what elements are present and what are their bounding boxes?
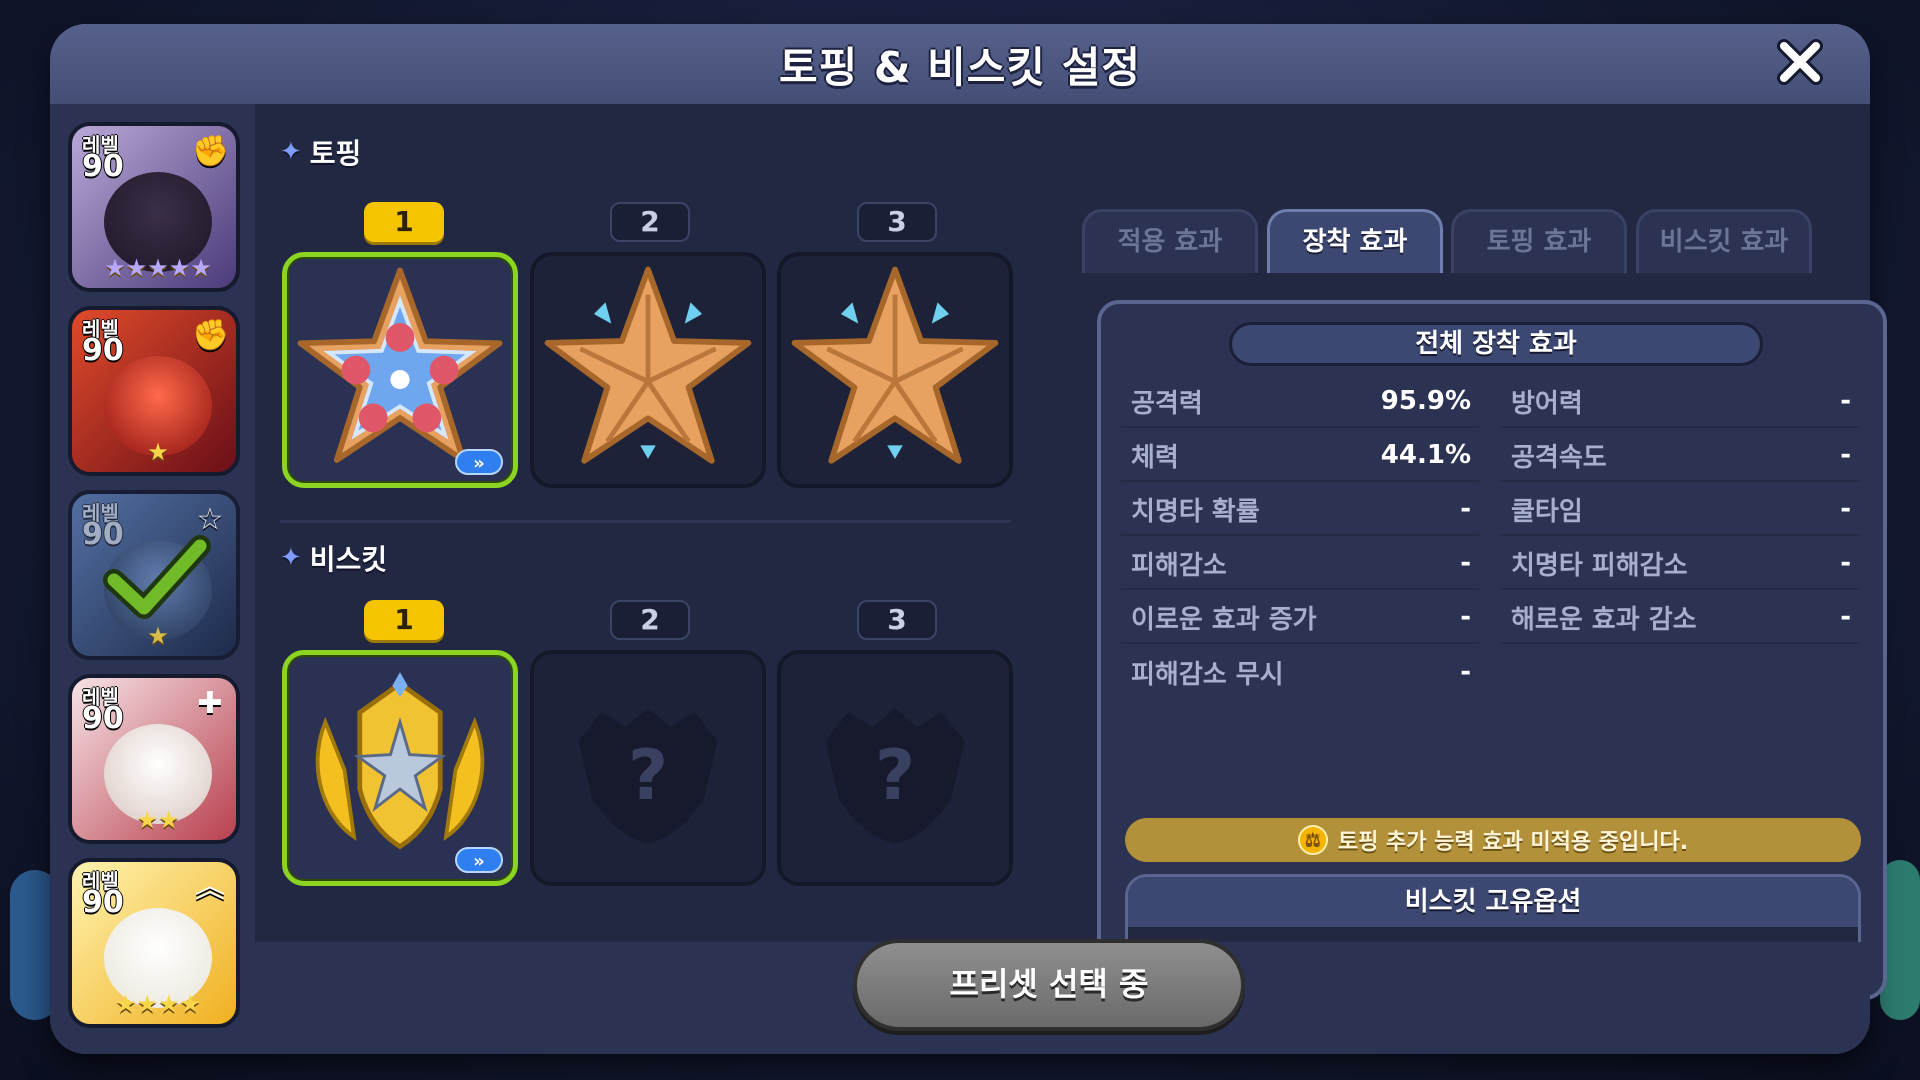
stat-row-hp: 체력 44.1% [1121, 430, 1479, 482]
tab-biscuit-effects[interactable]: 비스킷 효과 [1636, 209, 1812, 273]
stat-row-dmg-reduction-ignore: 피해감소 무시 - [1131, 657, 1471, 690]
topping-icon [791, 266, 999, 464]
cookie-level: 레벨 90 [82, 869, 124, 920]
stat-row-damage-reduction: 피해감소 - [1121, 538, 1479, 590]
notice-text: 토핑 추가 능력 효과 미적용 중입니다. [1337, 830, 1689, 855]
empty-biscuit-silhouette-icon: ? [825, 708, 965, 844]
biscuit-slot-2-empty[interactable]: ? [530, 650, 766, 886]
cookie-level: 레벨 90 [82, 685, 124, 736]
cookie-stars: ★ [147, 438, 169, 466]
biscuit-slot-1-number: 1 [364, 600, 444, 640]
cookie-card-2[interactable]: 레벨 90 ✊ ★ [68, 306, 240, 476]
topping-slot-2-number: 2 [610, 202, 690, 242]
stat-row-buff-increase: 이로운 효과 증가 - [1121, 592, 1479, 644]
topping-slot-2[interactable] [530, 252, 766, 488]
biscuits-section-label: ✦ 비스킷 [280, 543, 388, 576]
stat-row-crit-chance: 치명타 확률 - [1121, 484, 1479, 536]
cookie-stars: ★★ [136, 806, 180, 834]
section-divider [280, 520, 1010, 523]
topping-slot-1[interactable]: » [282, 252, 518, 488]
cookie-card-3[interactable]: 레벨 90 ☆ ★ [68, 490, 240, 660]
scale-icon: ⚖ [1297, 825, 1328, 855]
notice-bar: ⚖ 토핑 추가 능력 효과 미적용 중입니다. [1125, 818, 1861, 862]
stat-row-crit-dmg-reduction: 치명타 피해감소 - [1501, 538, 1859, 590]
cookie-level: 레벨 90 [82, 317, 124, 368]
biscuit-slot-3-number: 3 [857, 600, 937, 640]
biscuit-slot-2-number: 2 [610, 600, 690, 640]
tab-applied-effects[interactable]: 적용 효과 [1082, 209, 1258, 273]
close-icon [1777, 39, 1823, 85]
upgrade-badge: » [455, 449, 503, 475]
sparkle-icon: ✦ [280, 543, 302, 573]
topping-biscuit-settings-window: 토핑 & 비스킷 설정 레벨 90 ✊ ★★★★★ 레벨 90 ✊ ★ 레벨 9… [50, 24, 1887, 1054]
check-icon [103, 535, 211, 619]
unique-option-title: 비스킷 고유옵션 [1128, 877, 1858, 927]
cookie-stars: ★★★★ [114, 990, 202, 1018]
topping-icon [544, 266, 752, 464]
svg-text:?: ? [875, 735, 915, 816]
svg-text:?: ? [628, 735, 668, 816]
topping-slot-3-number: 3 [857, 202, 937, 242]
tab-equipped-effects[interactable]: 장착 효과 [1267, 209, 1443, 273]
cookie-sidebar: 레벨 90 ✊ ★★★★★ 레벨 90 ✊ ★ 레벨 90 ☆ ★ 레벨 90 … [50, 104, 255, 1054]
preset-select-button[interactable]: 프리셋 선택 중 [853, 939, 1245, 1031]
star-icon: ☆ [196, 502, 224, 537]
upgrade-badge: » [455, 847, 503, 873]
content-area: 레벨 90 ✊ ★★★★★ 레벨 90 ✊ ★ 레벨 90 ☆ ★ 레벨 90 … [50, 104, 1887, 1054]
stat-row-attack: 공격력 95.9% [1121, 376, 1479, 428]
cookie-card-5[interactable]: 레벨 90 ︽ ★★★★ [68, 858, 240, 1028]
stat-row-attack-speed: 공격속도 - [1501, 430, 1859, 482]
window-title: 토핑 & 비스킷 설정 [779, 42, 1141, 92]
close-button[interactable] [1770, 32, 1830, 92]
toppings-section-label: ✦ 토핑 [280, 137, 362, 170]
cookie-stars: ★★★★★ [104, 254, 212, 282]
plus-icon: ✚ [197, 686, 223, 721]
empty-biscuit-silhouette-icon: ? [578, 708, 718, 844]
fist-icon: ✊ [192, 134, 230, 169]
biscuit-slot-3-empty[interactable]: ? [777, 650, 1013, 886]
biscuit-slot-1[interactable]: » [282, 650, 518, 886]
effects-panel: 전체 장착 효과 공격력 95.9% 체력 44.1% 치명타 확률 - 피해감소 - … [1097, 300, 1887, 1000]
cookie-card-1[interactable]: 레벨 90 ✊ ★★★★★ [68, 122, 240, 292]
tab-topping-effects[interactable]: 토핑 효과 [1451, 209, 1627, 273]
stat-row-cooldown: 쿨타임 - [1501, 484, 1859, 536]
stat-row-debuff-reduction: 해로운 효과 감소 - [1501, 592, 1859, 644]
topping-slot-1-number: 1 [364, 202, 444, 242]
cookie-level: 레벨 90 [82, 133, 124, 184]
sparkle-icon: ✦ [280, 137, 302, 167]
chevron-up-icon: ︽ [195, 870, 225, 905]
stat-row-defense: 방어력 - [1501, 376, 1859, 428]
title-bar: 토핑 & 비스킷 설정 [50, 24, 1870, 104]
cookie-stars: ★ [147, 622, 169, 650]
effects-header: 전체 장착 효과 [1229, 322, 1763, 366]
cookie-card-4[interactable]: 레벨 90 ✚ ★★ [68, 674, 240, 844]
topping-slot-3[interactable] [777, 252, 1013, 488]
fist-icon: ✊ [192, 318, 230, 353]
